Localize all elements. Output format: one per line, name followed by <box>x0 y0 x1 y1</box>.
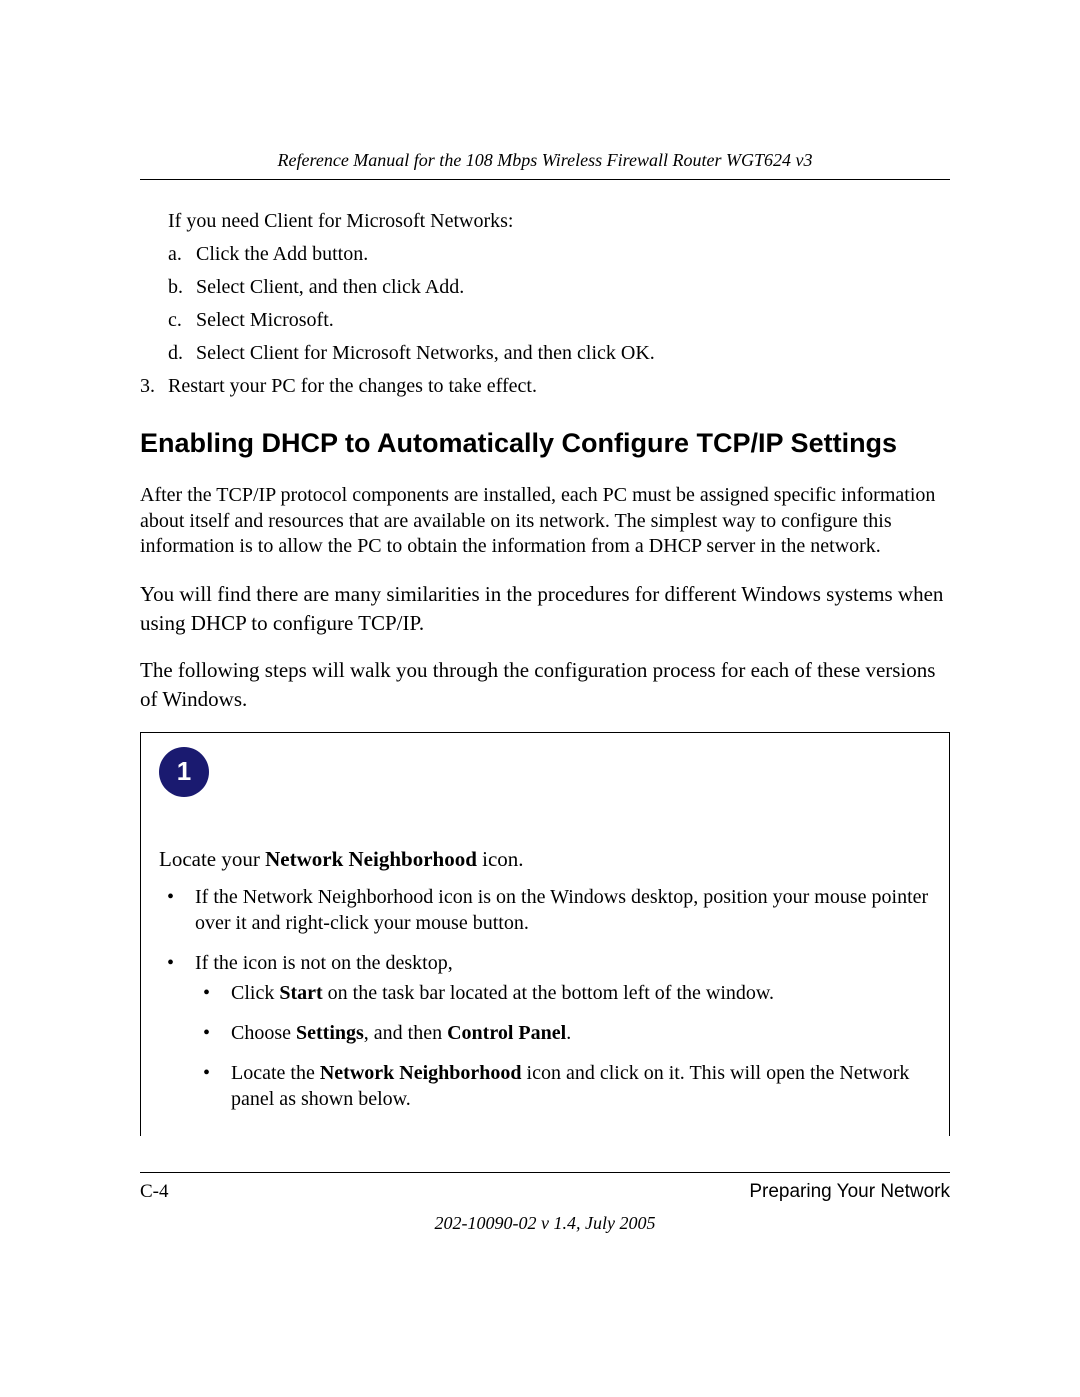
body-paragraph-2: You will find there are many similaritie… <box>140 580 950 638</box>
sub-bullet-text: Click Start on the task bar located at t… <box>231 980 774 1006</box>
sub-bullet-2: • Choose Settings, and then Control Pane… <box>203 1020 931 1046</box>
step-text: Restart your PC for the changes to take … <box>168 375 537 398</box>
substep-marker: c. <box>168 309 196 332</box>
step-intro-post: icon. <box>477 847 524 871</box>
section-heading: Enabling DHCP to Automatically Configure… <box>140 428 950 459</box>
body-paragraph-3: The following steps will walk you throug… <box>140 656 950 714</box>
substep-text: Select Microsoft. <box>196 309 334 332</box>
bold-text: Start <box>279 982 322 1004</box>
substep-b: b.Select Client, and then click Add. <box>168 276 950 299</box>
substep-text: Select Client for Microsoft Networks, an… <box>196 342 655 365</box>
bullet-marker: • <box>167 950 195 976</box>
sub-bullet-text: Choose Settings, and then Control Panel. <box>231 1020 571 1046</box>
substep-c: c.Select Microsoft. <box>168 309 950 332</box>
bullet-text: If the Network Neighborhood icon is on t… <box>195 884 931 936</box>
step-number-badge: 1 <box>159 747 209 797</box>
bullet-marker: • <box>203 1060 231 1112</box>
sub-bullet-3: • Locate the Network Neighborhood icon a… <box>203 1060 931 1112</box>
footer-row: C-4 Preparing Your Network <box>140 1181 950 1203</box>
substep-marker: a. <box>168 243 196 266</box>
substep-d: d.Select Client for Microsoft Networks, … <box>168 342 950 365</box>
client-intro: If you need Client for Microsoft Network… <box>168 210 950 233</box>
text-fragment: . <box>566 1022 571 1044</box>
substep-marker: d. <box>168 342 196 365</box>
step-bullet-list: • If the Network Neighborhood icon is on… <box>167 884 931 1112</box>
footer-doc-version: 202-10090-02 v 1.4, July 2005 <box>140 1213 950 1234</box>
step-intro: Locate your Network Neighborhood icon. <box>159 847 931 872</box>
text-fragment: , and then <box>364 1022 447 1044</box>
header-divider <box>140 179 950 180</box>
substep-text: Click the Add button. <box>196 243 368 266</box>
bullet-marker: • <box>167 884 195 936</box>
bullet-item-2: • If the icon is not on the desktop, • C… <box>167 950 931 1112</box>
bullet-marker: • <box>203 980 231 1006</box>
step-box-1: 1 Locate your Network Neighborhood icon.… <box>140 732 950 1136</box>
substep-marker: b. <box>168 276 196 299</box>
sub-bullet-list: • Click Start on the task bar located at… <box>203 980 931 1112</box>
text-fragment: Choose <box>231 1022 296 1044</box>
running-header: Reference Manual for the 108 Mbps Wirele… <box>140 150 950 171</box>
sub-bullet-1: • Click Start on the task bar located at… <box>203 980 931 1006</box>
restart-step: 3.Restart your PC for the changes to tak… <box>140 375 950 398</box>
step-intro-pre: Locate your <box>159 847 265 871</box>
text-fragment: on the task bar located at the bottom le… <box>323 982 774 1004</box>
bold-text: Settings <box>296 1022 364 1044</box>
substep-text: Select Client, and then click Add. <box>196 276 464 299</box>
bullet-item-1: • If the Network Neighborhood icon is on… <box>167 884 931 936</box>
bullet-marker: • <box>203 1020 231 1046</box>
footer-section-name: Preparing Your Network <box>749 1181 950 1203</box>
text-fragment: Locate the <box>231 1062 320 1084</box>
page-number: C-4 <box>140 1181 169 1203</box>
substep-a: a.Click the Add button. <box>168 243 950 266</box>
bold-text: Control Panel <box>447 1022 566 1044</box>
bullet-text: If the icon is not on the desktop, <box>195 950 453 976</box>
step-3: 3.Restart your PC for the changes to tak… <box>140 375 950 398</box>
step-intro-bold: Network Neighborhood <box>265 847 477 871</box>
bold-text: Network Neighborhood <box>320 1062 522 1084</box>
body-paragraph-1: After the TCP/IP protocol components are… <box>140 483 950 560</box>
client-substeps: a.Click the Add button. b.Select Client,… <box>168 243 950 365</box>
footer-divider <box>140 1172 950 1173</box>
text-fragment: Click <box>231 982 279 1004</box>
sub-bullet-text: Locate the Network Neighborhood icon and… <box>231 1060 931 1112</box>
step-marker: 3. <box>140 375 168 398</box>
